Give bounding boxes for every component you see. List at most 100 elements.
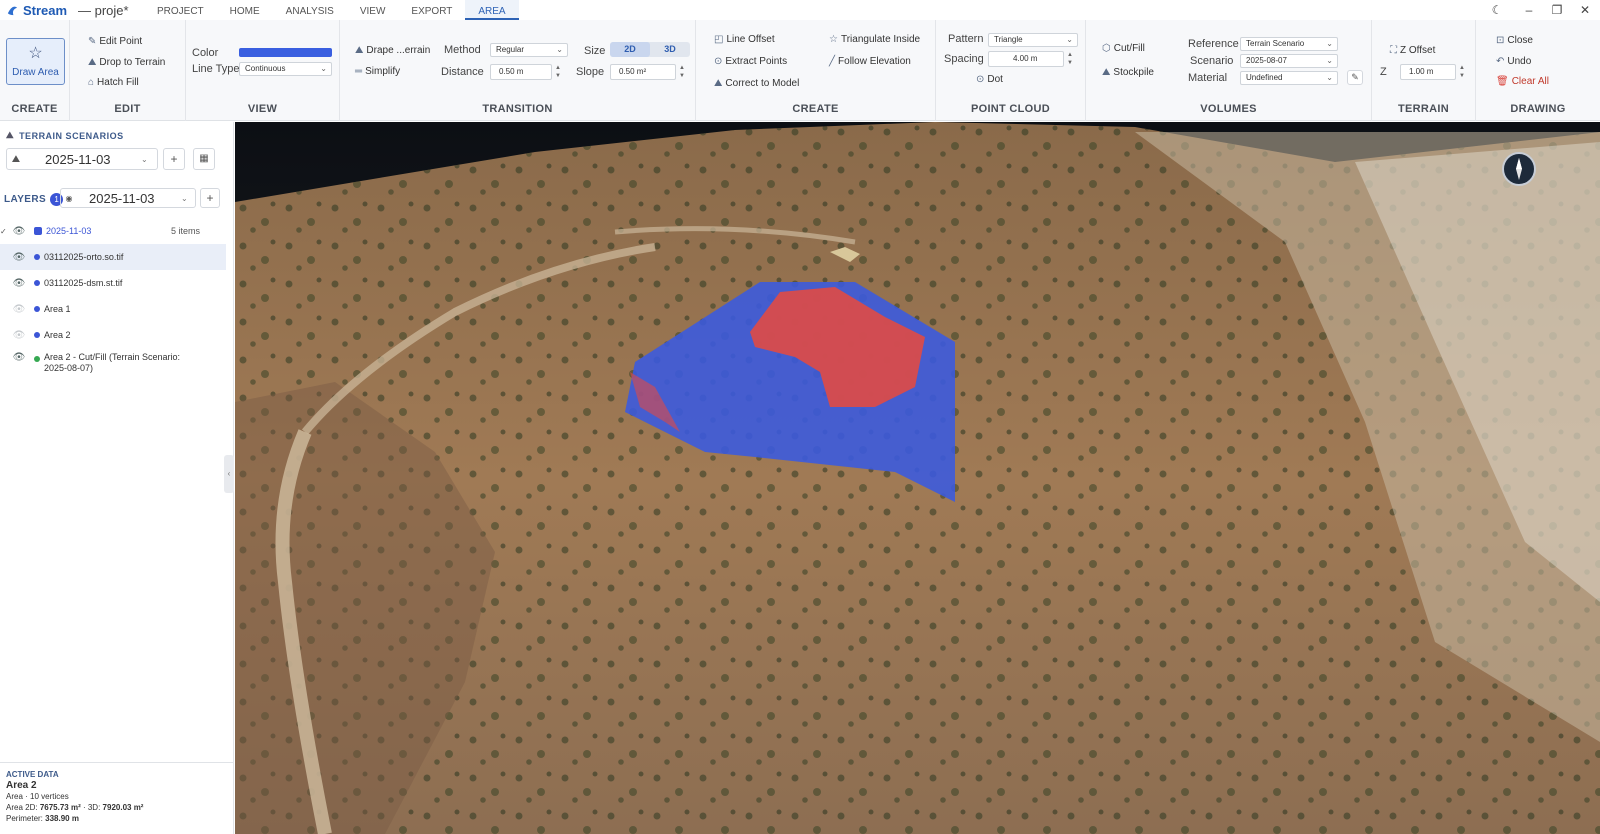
spacing-label: Spacing: [944, 53, 984, 65]
group-create-2: ◰ Line Offset ⊙ Extract Points ⛰ Correct to…: [696, 20, 936, 121]
stepper-icon[interactable]: ▲ ▼: [677, 64, 687, 80]
trash-icon: 🗑: [1496, 76, 1509, 87]
material-select[interactable]: Undefined ⌄: [1240, 71, 1338, 85]
tab-project[interactable]: PROJECT: [144, 0, 217, 20]
tab-view[interactable]: VIEW: [347, 0, 399, 20]
layer-group-count: 5 items: [171, 226, 201, 236]
group-edit: ✎ Edit Point ⛰ Drop to Terrain ⌂ Hatch Fill…: [70, 20, 186, 121]
tab-analysis[interactable]: ANALYSIS: [273, 0, 347, 20]
hatch-fill-button[interactable]: ⌂ Hatch Fill: [88, 77, 139, 88]
draw-area-button[interactable]: ☆ Draw Area: [6, 38, 65, 85]
stepper-icon[interactable]: ▲ ▼: [553, 64, 563, 80]
add-scenario-plus-icon[interactable]: +: [163, 148, 185, 170]
layer-row-dsm[interactable]: 👁 03112025-dsm.st.tif: [0, 270, 226, 296]
triangulate-inside-button[interactable]: ☆ Triangulate Inside: [829, 34, 920, 45]
edit-point-button[interactable]: ✎ Edit Point: [88, 36, 142, 47]
group-drawing: ⊡ Close ↶ Undo 🗑 Clear All DRAWING: [1476, 20, 1600, 121]
extract-points-button[interactable]: ⊙ Extract Points: [714, 56, 787, 67]
method-select[interactable]: Regular ⌄: [490, 43, 568, 57]
stockpile-button[interactable]: ⛰ Stockpile: [1102, 67, 1154, 78]
drop-to-terrain-button[interactable]: ⛰ Drop to Terrain: [88, 57, 165, 68]
z-input[interactable]: 1.00 m ▲ ▼: [1400, 64, 1465, 80]
layer-row-area-1[interactable]: 👁 Area 1: [0, 296, 226, 322]
clear-all-button[interactable]: 🗑 Clear All: [1496, 76, 1549, 87]
draw-area-label: Draw Area: [12, 67, 59, 78]
terrain-scenario-select[interactable]: ⛰ 2025-11-03 ⌄: [6, 148, 158, 170]
layer-group-row[interactable]: ✓ 👁 2025-11-03 5 items: [0, 218, 226, 244]
panel-collapse-handle[interactable]: ‹: [224, 455, 234, 493]
star-outline-icon: ☆: [28, 45, 43, 62]
cut-fill-button[interactable]: ⬡ Cut/Fill: [1102, 43, 1145, 54]
drape-terrain-button[interactable]: ⛰ Drape ...errain: [355, 45, 430, 56]
color-swatch[interactable]: [239, 48, 332, 57]
stack-icon: ◉: [65, 193, 73, 203]
eye-icon[interactable]: 👁: [12, 226, 26, 237]
tab-export[interactable]: EXPORT: [398, 0, 465, 20]
size-toggle[interactable]: 2D 3D: [610, 42, 690, 57]
scenario-value: 2025-08-07: [1246, 56, 1287, 65]
layer-label-cut-fill: Area 2 - Cut/Fill (Terrain Scenario: 202…: [44, 352, 181, 373]
size-3d-option[interactable]: 3D: [650, 42, 690, 57]
line-offset-button[interactable]: ◰ Line Offset: [714, 34, 775, 45]
terrain-scene[interactable]: [235, 122, 1600, 834]
slope-input[interactable]: 0.50 m² ▲ ▼: [610, 64, 685, 80]
z-offset-button[interactable]: ⛶ Z Offset: [1390, 45, 1435, 56]
eye-icon[interactable]: 👁: [12, 252, 26, 263]
target-icon: ⊙: [714, 56, 723, 67]
size-2d-option[interactable]: 2D: [610, 42, 650, 57]
correct-to-model-button[interactable]: ⛰ Correct to Model: [714, 78, 799, 89]
layer-row-orto[interactable]: 👁 03112025-orto.so.tif: [0, 244, 226, 270]
undo-label: Undo: [1507, 56, 1532, 67]
stepper-icon[interactable]: ▲ ▼: [1065, 51, 1075, 67]
tab-home[interactable]: HOME: [217, 0, 273, 20]
mountain-icon: ⛰: [11, 153, 21, 165]
layer-row-cut-fill[interactable]: 👁 Area 2 - Cut/Fill (Terrain Scenario: 2…: [0, 348, 226, 380]
line-type-label: Line Type: [192, 63, 240, 75]
add-layer-plus-icon[interactable]: +: [200, 188, 220, 208]
layer-label-orto: 03112025-orto.so.tif: [44, 252, 124, 262]
scenario-label: Scenario: [1190, 55, 1234, 67]
close-drawing-button[interactable]: ⊡ Close: [1496, 35, 1533, 46]
chevron-expand-icon[interactable]: ✓: [0, 227, 7, 236]
layer-color-dot: [34, 254, 40, 260]
eye-icon[interactable]: 👁: [12, 278, 26, 289]
scenario-select[interactable]: 2025-08-07 ⌄: [1240, 54, 1338, 68]
line-type-select[interactable]: Continuous ⌄: [239, 62, 332, 76]
theme-toggle-moon-icon[interactable]: ☾: [1482, 0, 1512, 20]
app-name: Stream: [23, 2, 68, 18]
group-view: Color Line Type Continuous ⌄ VIEW: [186, 20, 340, 121]
undo-button[interactable]: ↶ Undo: [1496, 56, 1531, 67]
distance-input[interactable]: 0.50 m ▲ ▼: [490, 64, 561, 80]
correct-to-model-label: Correct to Model: [725, 78, 800, 89]
material-value: Undefined: [1246, 73, 1283, 82]
layer-label-dsm: 03112025-dsm.st.tif: [44, 278, 123, 288]
restore-icon[interactable]: ❐: [1542, 0, 1572, 20]
eye-icon[interactable]: 👁: [12, 352, 26, 363]
eye-off-icon[interactable]: 👁: [12, 304, 26, 315]
simplify-icon: ═: [355, 66, 363, 77]
3d-viewport[interactable]: [235, 122, 1600, 834]
mountain-icon: ⛰: [88, 57, 97, 68]
eye-off-icon[interactable]: 👁: [12, 330, 26, 341]
minimize-icon[interactable]: –: [1514, 0, 1544, 20]
tab-area[interactable]: AREA: [465, 0, 519, 20]
compass-icon[interactable]: [1502, 152, 1536, 186]
reference-select[interactable]: Terrain Scenario ⌄: [1240, 37, 1338, 51]
distance-value: 0.50 m: [499, 67, 524, 76]
pattern-select[interactable]: Triangle ⌄: [988, 33, 1078, 47]
follow-elevation-button[interactable]: ╱ Follow Elevation: [829, 56, 911, 67]
simplify-button[interactable]: ═ Simplify: [355, 66, 400, 77]
close-window-icon[interactable]: ✕: [1570, 0, 1600, 20]
ribbon: ☆ Draw Area CREATE ✎ Edit Point ⛰ Drop to …: [0, 20, 1600, 121]
layer-group-select[interactable]: ◉ 2025-11-03 ⌄: [60, 188, 196, 208]
stepper-icon[interactable]: ▲ ▼: [1457, 64, 1467, 80]
line-offset-icon: ◰: [714, 34, 724, 45]
dot-button[interactable]: ⊙ Dot: [976, 74, 1003, 85]
edit-material-pencil-icon[interactable]: ✎: [1347, 70, 1363, 85]
layer-row-area-2[interactable]: 👁 Area 2: [0, 322, 226, 348]
area-2d-value: 7675.73 m²: [39, 803, 81, 812]
document-title: — proje*: [78, 2, 129, 18]
z-value: 1.00 m: [1409, 67, 1434, 76]
spacing-input[interactable]: 4.00 m ▲ ▼: [988, 51, 1073, 67]
grid-view-icon[interactable]: ▦: [193, 148, 215, 170]
